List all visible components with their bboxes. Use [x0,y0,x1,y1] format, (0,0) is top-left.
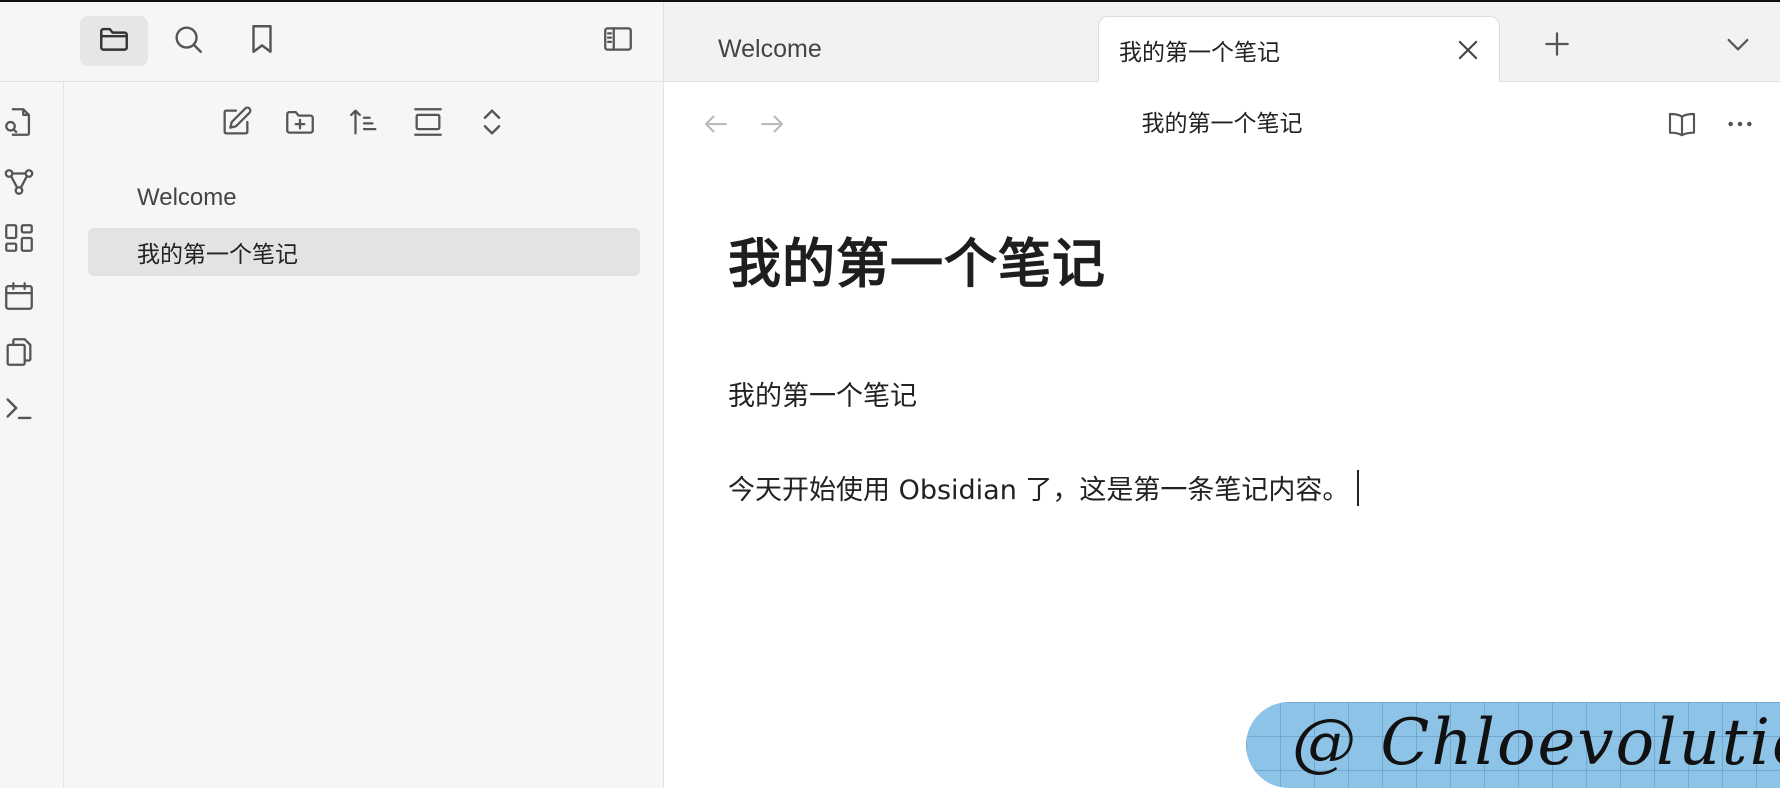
tab-first-note[interactable]: 我的第一个笔记 [1098,16,1500,83]
auto-reveal-button[interactable] [406,102,450,146]
new-folder-icon [283,105,317,144]
expand-collapse-icon [475,105,509,144]
tab-label: Welcome [718,35,822,63]
search-icon [171,22,205,61]
graph-view-button[interactable] [0,164,40,204]
bookmark-icon [245,22,279,61]
tab-label: 我的第一个笔记 [1119,40,1280,66]
file-explorer-panel: Welcome 我的第一个笔记 [64,82,664,788]
tab-list-button[interactable] [1718,24,1758,64]
chevron-down-icon [1727,38,1749,51]
canvas-button[interactable] [0,220,40,260]
file-item-first-note[interactable]: 我的第一个笔记 [88,228,640,276]
file-search-icon [2,105,36,144]
view-header-title[interactable]: 我的第一个笔记 [664,104,1780,144]
collapse-view-icon [411,105,445,144]
expand-collapse-button[interactable] [470,102,514,146]
copy-icon [2,335,36,374]
text-cursor [1357,469,1360,506]
reading-view-button[interactable] [1662,104,1702,144]
new-folder-button[interactable] [278,102,322,146]
note-paragraph[interactable]: 今天开始使用 Obsidian 了，这是第一条笔记内容。 [728,468,1360,507]
file-item-welcome[interactable]: Welcome [88,174,640,222]
file-explorer-button[interactable] [80,16,148,66]
file-item-label: 我的第一个笔记 [137,242,298,268]
sort-icon [347,105,381,144]
new-tab-button[interactable] [1537,24,1577,64]
graph-icon [2,165,36,204]
left-sidebar-toolbar [0,2,664,82]
templates-button[interactable] [0,334,40,374]
sidebar-toggle-button[interactable] [584,16,652,66]
watermark: @ Chloevolution [1246,702,1780,788]
note-paragraph[interactable]: 我的第一个笔记 [728,374,917,413]
watermark-signature: @ Chloevolution [1292,706,1780,780]
note-heading[interactable]: 我的第一个笔记 [728,222,1106,298]
tab-welcome[interactable]: Welcome [718,16,918,83]
more-options-icon [1728,121,1752,127]
folder-icon [97,22,131,61]
editor-pane: 我的第一个笔记 我的第一个笔记 我的第一个笔记 今天开始使用 Obsidian … [664,82,1780,788]
file-item-label: Welcome [137,184,237,211]
close-icon [1458,40,1478,60]
ribbon [0,82,64,788]
command-palette-button[interactable] [0,390,40,430]
quick-switcher-button[interactable] [0,104,40,144]
note-paragraph-text[interactable]: 今天开始使用 Obsidian 了，这是第一条笔记内容。 [728,468,1349,507]
plus-icon [1545,32,1569,56]
canvas-icon [2,221,36,260]
more-options-button[interactable] [1720,104,1760,144]
sidebar-toggle-icon [601,22,635,61]
search-button[interactable] [154,16,222,66]
daily-note-button[interactable] [0,278,40,318]
sort-button[interactable] [342,102,386,146]
new-note-button[interactable] [214,102,258,146]
new-note-icon [219,105,253,144]
terminal-icon [2,391,36,430]
close-tab-button[interactable] [1453,35,1483,65]
calendar-icon [2,279,36,318]
bookmarks-button[interactable] [228,16,296,66]
book-open-icon [1668,112,1696,137]
tab-bar: Welcome 我的第一个笔记 [664,2,1780,83]
